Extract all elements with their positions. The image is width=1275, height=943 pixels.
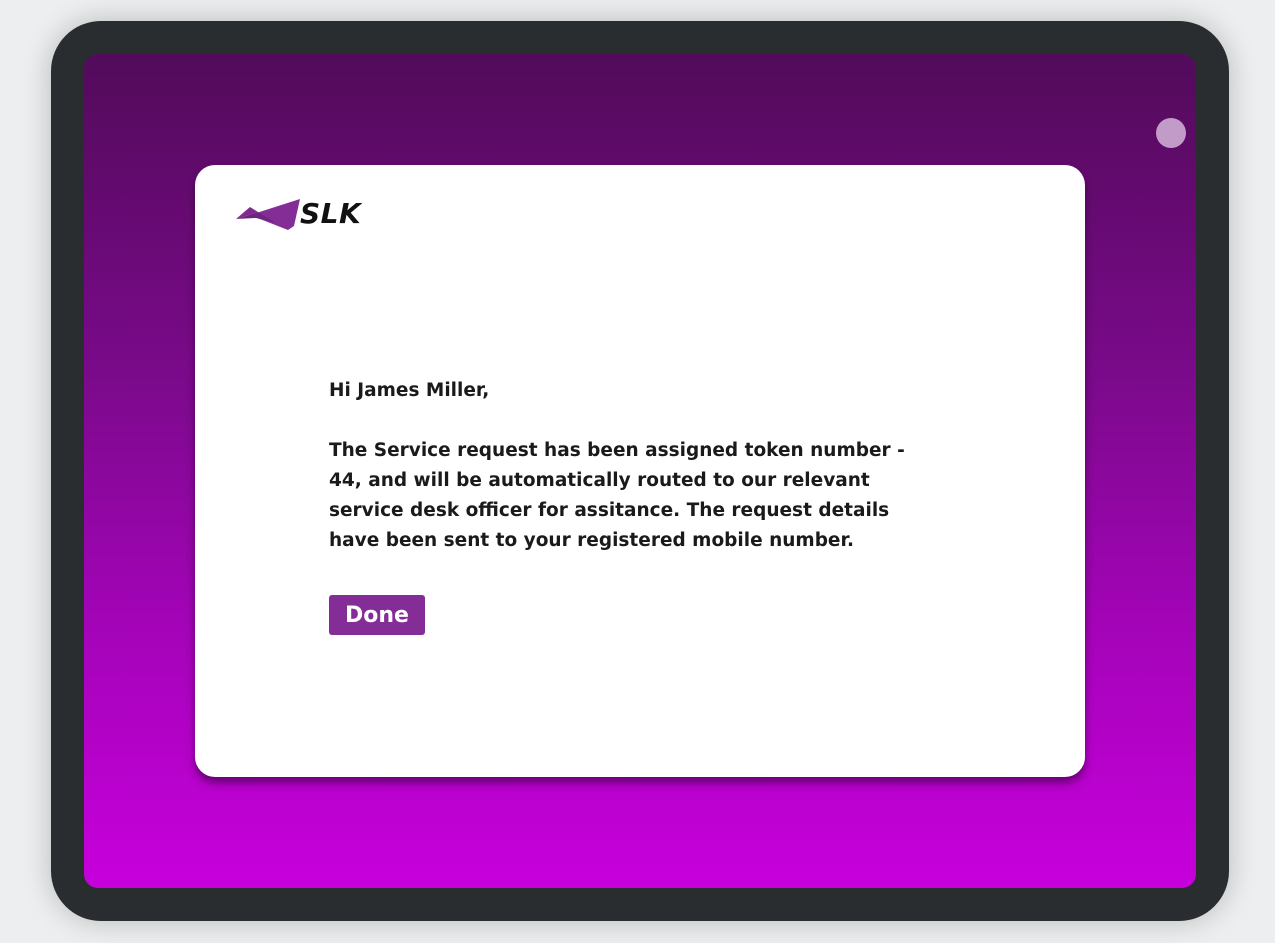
logo-text: SLK [300,197,362,230]
confirmation-message: The Service request has been assigned to… [329,440,905,551]
greeting-text: Hi James Miller, [329,380,490,401]
confirmation-card: SLK Hi James Miller, The Service request… [195,165,1085,777]
brand-logo: SLK [236,196,361,232]
camera-dot [1156,118,1186,148]
tablet-screen: SLK Hi James Miller, The Service request… [84,54,1196,888]
message-body: Hi James Miller, The Service request has… [329,376,949,556]
slk-wing-logo-icon [236,199,300,230]
done-button[interactable]: Done [329,595,425,635]
tablet-frame: SLK Hi James Miller, The Service request… [51,21,1229,921]
